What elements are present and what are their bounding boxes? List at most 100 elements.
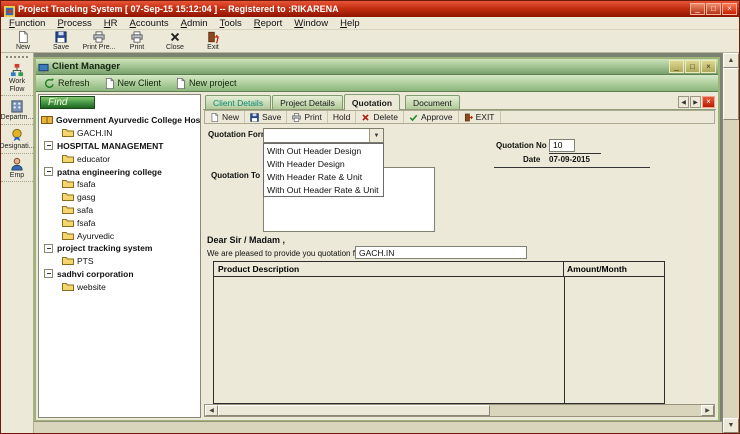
find-search-box[interactable]: Find: [40, 96, 95, 109]
tree-node[interactable]: Ayurvedic: [41, 229, 200, 242]
vertical-scrollbar[interactable]: ▲ ▼: [722, 53, 739, 433]
tree-node[interactable]: fsafa: [41, 178, 200, 191]
dock-item-designation[interactable]: Designati...: [1, 125, 33, 154]
scrollbar-track[interactable]: [723, 68, 739, 418]
quotation-approve-button[interactable]: Approve: [404, 111, 459, 123]
button-label: Hold: [333, 112, 350, 122]
quotation-no-field[interactable]: 10: [549, 139, 575, 152]
button-label: EXIT: [476, 112, 495, 122]
cm-close-button[interactable]: ×: [701, 60, 716, 73]
client-manager-window: Client Manager _ □ × Refresh New Client: [34, 57, 720, 422]
tab-client-details[interactable]: Client Details: [205, 95, 271, 109]
quotation-hold-button[interactable]: Hold: [328, 111, 356, 123]
scrollbar-thumb[interactable]: [723, 68, 739, 120]
cm-maximize-button[interactable]: □: [685, 60, 700, 73]
collapse-icon[interactable]: [44, 244, 53, 253]
maximize-icon: □: [690, 63, 695, 71]
tree-node-label: educator: [77, 154, 110, 164]
tree-node-label: fsafa: [77, 218, 95, 228]
save-button[interactable]: Save: [42, 30, 80, 52]
exit-button[interactable]: Exit: [194, 30, 232, 52]
refresh-button[interactable]: Refresh: [40, 77, 94, 90]
combo-dropdown-button[interactable]: ▼: [369, 129, 383, 142]
tree-node[interactable]: educator: [41, 152, 200, 165]
scrollbar-track[interactable]: [490, 405, 701, 416]
dropdown-option[interactable]: With Header Design: [264, 157, 383, 170]
scroll-up-button[interactable]: ▲: [723, 53, 739, 68]
tree-node[interactable]: website: [41, 280, 200, 293]
menu-report[interactable]: Report: [248, 18, 289, 29]
quotation-save-button[interactable]: Save: [245, 111, 287, 123]
tab-close-button[interactable]: ×: [702, 96, 715, 108]
dropdown-option[interactable]: With Out Header Design: [264, 144, 383, 157]
tab-scroll-left-button[interactable]: ◀: [678, 96, 689, 108]
scroll-left-button[interactable]: ◀: [205, 405, 218, 416]
quotation-exit-button[interactable]: EXIT: [459, 111, 501, 123]
building-icon: [10, 99, 24, 113]
tree-node[interactable]: Government Ayurvedic College Hospital: [41, 114, 200, 127]
titlebar: Project Tracking System [ 07-Sep-15 15:1…: [1, 1, 739, 17]
tree-node[interactable]: safa: [41, 204, 200, 217]
quotation-new-button[interactable]: New: [205, 111, 245, 123]
quotation-delete-button[interactable]: Delete: [356, 111, 404, 123]
left-arrow-icon: ◀: [209, 407, 214, 414]
dropdown-option[interactable]: With Header Rate & Unit: [264, 170, 383, 183]
cm-minimize-button[interactable]: _: [669, 60, 684, 73]
tree-node[interactable]: project tracking system: [41, 242, 200, 255]
new-button[interactable]: New: [4, 30, 42, 52]
menu-accounts[interactable]: Accounts: [124, 18, 175, 29]
new-client-button[interactable]: New Client: [100, 77, 166, 90]
print-preview-button[interactable]: Print Pre...: [80, 30, 118, 52]
floppy-disk-icon: [250, 113, 259, 122]
tab-label: Quotation: [352, 98, 392, 108]
scrollbar-thumb[interactable]: [218, 405, 490, 416]
tree-node[interactable]: gasg: [41, 191, 200, 204]
collapse-icon[interactable]: [44, 167, 53, 176]
quotation-for-input[interactable]: [355, 246, 527, 259]
dropdown-option[interactable]: With Out Header Rate & Unit: [264, 183, 383, 196]
menu-process[interactable]: Process: [51, 18, 97, 29]
menu-function[interactable]: Function: [3, 18, 51, 29]
dock-item-department[interactable]: Departm...: [1, 96, 33, 125]
tree-node[interactable]: GACH.IN: [41, 127, 200, 140]
menu-tools[interactable]: Tools: [214, 18, 248, 29]
button-label: Refresh: [58, 78, 90, 88]
menu-hr[interactable]: HR: [98, 18, 124, 29]
collapse-icon[interactable]: [44, 141, 53, 150]
close-window-button[interactable]: Close: [156, 30, 194, 52]
quotation-format-combo[interactable]: ▼: [263, 128, 384, 143]
dock-item-work-flow[interactable]: Work Flow: [1, 60, 33, 96]
tree-node[interactable]: PTS: [41, 255, 200, 268]
menu-help[interactable]: Help: [334, 18, 366, 29]
client-manager-body: Find Government Ayurvedic College Hospit…: [36, 92, 718, 420]
print-button[interactable]: Print: [118, 30, 156, 52]
collapse-icon[interactable]: [44, 269, 53, 278]
scroll-right-button[interactable]: ▶: [701, 405, 714, 416]
minimize-button[interactable]: _: [690, 3, 705, 15]
horizontal-scrollbar[interactable]: ◀ ▶: [204, 404, 715, 417]
new-project-button[interactable]: New project: [171, 77, 241, 90]
dock-grip-handle[interactable]: [6, 56, 28, 58]
mdi-area: Client Manager _ □ × Refresh New Client: [34, 53, 722, 433]
close-button[interactable]: ×: [722, 3, 737, 15]
tree-node[interactable]: fsafa: [41, 216, 200, 229]
tab-project-details[interactable]: Project Details: [272, 95, 343, 109]
maximize-button[interactable]: □: [706, 3, 721, 15]
app-icon: [4, 4, 15, 15]
tree-node[interactable]: sadhvi corporation: [41, 268, 200, 281]
tree-node-label: Government Ayurvedic College Hospital: [56, 115, 200, 125]
dock-item-employee[interactable]: Emp: [1, 154, 33, 183]
table-body[interactable]: [214, 277, 664, 403]
mdi-bottom-scroll-area[interactable]: [34, 421, 722, 433]
tab-quotation[interactable]: Quotation: [344, 94, 400, 110]
folder-icon: [62, 154, 74, 164]
tab-scroll-right-button[interactable]: ▶: [690, 96, 701, 108]
tree-node[interactable]: patna engineering college: [41, 165, 200, 178]
tree-node[interactable]: HOSPITAL MANAGEMENT: [41, 140, 200, 153]
scroll-down-button[interactable]: ▼: [723, 418, 739, 433]
menu-window[interactable]: Window: [288, 18, 334, 29]
button-label: New project: [189, 78, 237, 88]
menu-admin[interactable]: Admin: [175, 18, 214, 29]
quotation-print-button[interactable]: Print: [287, 111, 327, 123]
tab-document[interactable]: Document: [405, 95, 460, 109]
